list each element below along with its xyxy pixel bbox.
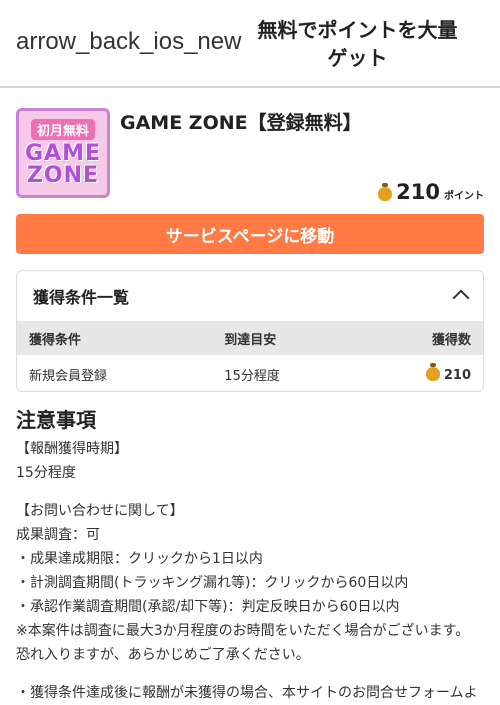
notes-line: ※本案件は調査に最大3か月程度のお時間をいただく場合がございます。 [16,623,470,639]
row-condition: 新規会員登録 [29,368,108,384]
service-name: GAME ZONE【登録無料】 [120,112,362,134]
conditions-title: 獲得条件一覧 [33,288,130,307]
back-button[interactable]: arrow_back_ios_new [16,28,241,56]
notes-line: ・成果達成期限：クリックから1日以内 [16,551,263,567]
notes-line: 【お問い合わせに関して】 [16,503,184,519]
points-display: 210 ポイント [378,180,484,204]
logo-badge: 初月無料 [30,119,95,140]
conditions-panel: 獲得条件一覧 獲得条件 到達目安 獲得数 新規会員登録 15分程度 210 [16,270,484,392]
conditions-header[interactable]: 獲得条件一覧 [17,271,483,321]
column-eta: 到達目安 [208,321,361,355]
column-condition: 獲得条件 [17,321,209,355]
notes-line: 恐れ入りますが、あらかじめご了承ください。 [16,647,310,663]
notes-line: 【報酬獲得時期】 [16,441,128,457]
page-title: 無料でポイントを大量ゲット [257,18,458,70]
column-points: 獲得数 [360,321,483,355]
coin-bag-icon [378,183,393,201]
notes-line: ・計測調査期間(トラッキング漏れ等)：クリックから60日以内 [16,575,409,591]
points-unit: ポイント [444,191,484,202]
row-eta: 15分程度 [224,368,280,384]
notes-line: 成果調査：可 [16,527,100,543]
service-page-button[interactable]: サービスページに移動 [16,214,484,254]
conditions-table: 獲得条件 到達目安 獲得数 新規会員登録 15分程度 210 [17,321,483,391]
coin-bag-icon [425,363,440,381]
notes-section: 注意事項 【報酬獲得時期】 15分程度 【お問い合わせに関して】 成果調査：可 … [16,404,484,705]
table-header-row: 獲得条件 到達目安 獲得数 [17,321,483,355]
notes-line: ・獲得条件達成後に報酬が未獲得の場合、本サイトのお問合せフォームよ [16,685,478,701]
logo-word-zone: ZONE [26,163,100,188]
chevron-up-icon[interactable] [452,289,470,307]
notes-line: ・承認作業調査期間(承認/却下等)：判定反映日から60日以内 [16,599,400,615]
service-logo: 初月無料 GAME ZONE [16,108,110,198]
app-header: arrow_back_ios_new 無料でポイントを大量ゲット [0,0,500,88]
notes-title: 注意事項 [16,408,96,432]
points-value: 210 [396,180,440,204]
row-points: 210 [361,355,483,391]
notes-line: 15分程度 [16,465,76,481]
row-points-value: 210 [443,368,471,383]
logo-word-game: GAME [24,141,101,166]
table-row: 新規会員登録 15分程度 210 [17,355,483,391]
